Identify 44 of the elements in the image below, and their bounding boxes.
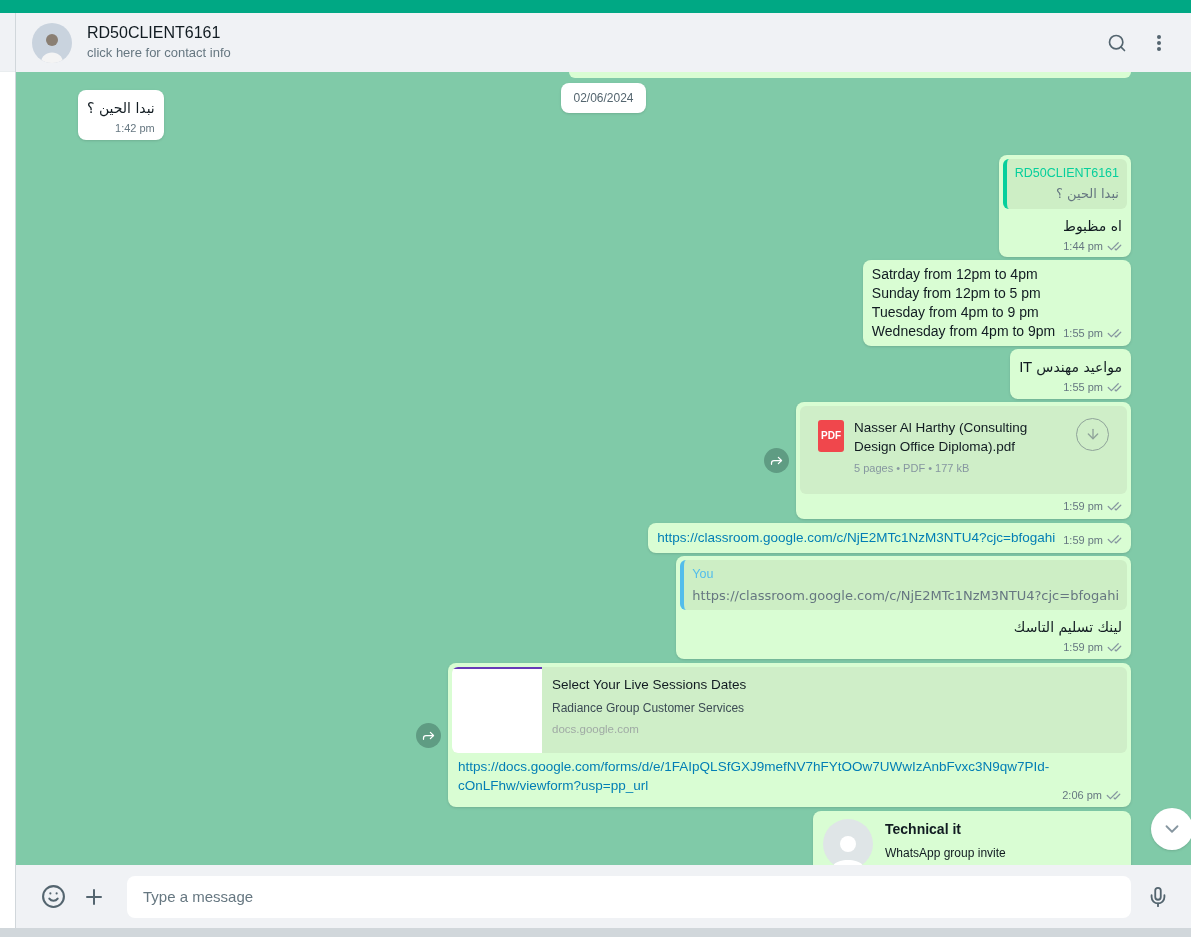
quote-text: نبدا الحين ؟ bbox=[1055, 185, 1119, 204]
message-time: 1:59 pm bbox=[1063, 640, 1103, 656]
forward-button[interactable] bbox=[764, 447, 789, 473]
file-name: Nasser Al Harthy (Consulting Design Office Diploma).pdf bbox=[854, 418, 1029, 456]
file-meta: 5 pages • PDF • 177 kB bbox=[854, 460, 971, 476]
pdf-file-icon: PDF bbox=[818, 419, 844, 452]
message-text: مواعيد مهندس IT bbox=[1019, 358, 1122, 378]
message-text: لينك تسليم التاسك bbox=[1013, 618, 1122, 638]
contact-avatar[interactable] bbox=[32, 22, 72, 63]
file-card[interactable]: PDF Nasser Al Harthy (Consulting Design Office Diploma).pdf 5 pages • PDF • 177 kB bbox=[800, 405, 1127, 495]
link-preview-card[interactable]: Select Your Live Sessions Dates Radiance Group Customer Services docs.google.com bbox=[452, 666, 1127, 753]
forward-button[interactable] bbox=[416, 722, 441, 748]
message-text: نبدا الحين ؟ bbox=[87, 99, 155, 118]
preview-description: Radiance Group Customer Services bbox=[552, 700, 746, 717]
message-line: Satrday from 12pm to 4pm bbox=[871, 265, 1039, 285]
message-time: 1:55 pm bbox=[1063, 380, 1103, 396]
date-chip: 02/06/2024 bbox=[561, 83, 646, 113]
quoted-message[interactable]: You https://classroom.google.com/c/NjE2MTc1NzM3NTU4?cjc=bfogahi bbox=[680, 560, 1127, 611]
message-time: 2:06 pm bbox=[1062, 787, 1102, 803]
message-line: Wednesday from 4pm to 9pm bbox=[871, 322, 1056, 342]
scroll-down-button[interactable] bbox=[1151, 808, 1191, 850]
quote-text: https://classroom.google.com/c/NjE2MTc1NzM3NTU4?cjc=bfogahi bbox=[692, 586, 1119, 605]
contact-name[interactable]: RD50CLIENT6161 bbox=[87, 22, 1097, 44]
contact-info-link[interactable]: click here for contact info bbox=[87, 43, 1097, 63]
search-icon bbox=[1107, 32, 1127, 53]
message-text: اه مظبوط bbox=[1062, 216, 1122, 236]
menu-icon bbox=[1157, 34, 1161, 51]
message-input[interactable]: Type a message bbox=[127, 875, 1131, 918]
invite-subtitle: WhatsApp group invite bbox=[885, 845, 1006, 863]
message-line: Sunday from 12pm to 5 pm bbox=[871, 284, 1042, 304]
message-time: 1:42 pm bbox=[115, 121, 155, 136]
message-line: Tuesday from 4pm to 9 pm bbox=[871, 303, 1040, 323]
message-time: 1:55 pm bbox=[1063, 325, 1103, 341]
message-time: 1:44 pm bbox=[1063, 238, 1103, 254]
emoji-icon bbox=[40, 884, 66, 909]
preview-title: Select Your Live Sessions Dates bbox=[552, 675, 747, 694]
message-time: 1:59 pm bbox=[1063, 532, 1103, 548]
group-name: Technical it bbox=[885, 820, 962, 840]
preview-domain: docs.google.com bbox=[552, 722, 640, 737]
message-link[interactable]: https://classroom.google.com/c/NjE2MTc1NzM3NTU4?cjc=bfogahi bbox=[657, 527, 1056, 548]
quote-author: RD50CLIENT6161 bbox=[1014, 164, 1119, 182]
group-avatar-icon bbox=[823, 819, 873, 865]
message-time: 1:59 pm bbox=[1063, 499, 1103, 515]
quote-author: You bbox=[692, 566, 715, 583]
